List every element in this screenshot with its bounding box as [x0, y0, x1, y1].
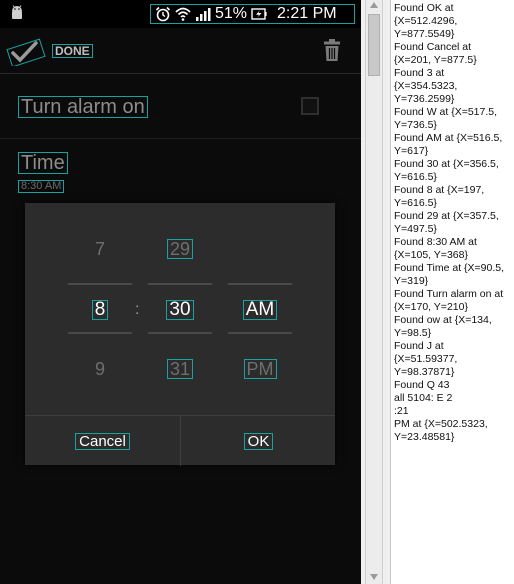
alarm-clock-icon	[155, 6, 171, 22]
log-line: Y=98.37871}	[394, 366, 455, 378]
ok-label: OK	[243, 432, 274, 450]
minute-next[interactable]: 31	[166, 359, 194, 379]
ampm-current[interactable]: AM	[242, 300, 278, 320]
log-line: Found J at	[394, 340, 444, 352]
minute-current[interactable]: 30	[166, 300, 194, 320]
time-picker: 7 8 9 : 29 30 31 AM PM	[25, 203, 335, 415]
log-line: Found 30 at {X=356.5,	[394, 158, 499, 170]
action-bar: DONE	[0, 28, 361, 74]
log-line: {X=201, Y=877.5}	[394, 54, 477, 66]
status-bar-right: 51% 2:21 PM	[150, 4, 355, 24]
ampm-next[interactable]: PM	[243, 359, 277, 379]
status-bar: 51% 2:21 PM	[0, 0, 361, 28]
time-separator: :	[135, 301, 140, 318]
checkmark-icon	[6, 38, 46, 66]
dialog-buttons: Cancel OK	[25, 415, 336, 466]
log-line: Y=877.5549}	[394, 28, 455, 40]
log-line: Found Turn alarm on at	[394, 288, 504, 300]
log-line: Found 8 at {X=197,	[394, 184, 485, 196]
log-line: {X=51.59377,	[394, 353, 458, 365]
ampm-divider-top	[228, 283, 292, 285]
cancel-label: Cancel	[75, 432, 130, 450]
wifi-icon	[175, 7, 191, 21]
log-line: {X=170, Y=210}	[394, 301, 468, 313]
vertical-scrollbar[interactable]	[365, 0, 383, 584]
hour-divider-bottom	[68, 332, 132, 334]
log-line: Y=736.5}	[394, 119, 437, 131]
time-label: Time	[18, 152, 68, 174]
scroll-down-arrow-icon[interactable]	[370, 574, 378, 580]
screen: 51% 2:21 PM DONE Turn alarm on Time 8:30…	[0, 0, 514, 584]
log-line: Found 8:30 AM at	[394, 236, 477, 248]
log-panel: Found OK at {X=512.4296, Y=877.5549} Found …	[390, 0, 514, 584]
minute-prev[interactable]: 29	[166, 239, 194, 259]
log-line: Found 3 at	[394, 67, 445, 79]
log-line: Found W at {X=517.5,	[394, 106, 498, 118]
log-line: all 5104: E 2	[394, 392, 453, 404]
battery-percent: 51%	[215, 5, 248, 22]
log-line: Y=319}	[394, 275, 429, 287]
log-lines: Found OK at {X=512.4296, Y=877.5549} Found …	[394, 2, 512, 444]
log-line: PM at {X=502.5323,	[394, 418, 488, 430]
log-line: {X=105, Y=368}	[394, 249, 468, 261]
android-icon	[12, 5, 22, 19]
log-line: :21	[394, 405, 409, 417]
hour-divider-top	[68, 283, 132, 285]
time-picker-dialog: 7 8 9 : 29 30 31 AM PM Cancel OK	[25, 203, 336, 466]
minute-divider-top	[148, 283, 212, 285]
log-line: Found OK at	[394, 2, 454, 14]
log-line: {X=512.4296,	[394, 15, 458, 27]
ok-button[interactable]: OK	[181, 416, 336, 466]
signal-icon	[196, 8, 211, 21]
alarm-label: Turn alarm on	[18, 96, 148, 118]
alarm-toggle-row[interactable]: Turn alarm on	[0, 75, 361, 139]
log-line: Found Time at {X=90.5,	[394, 262, 505, 274]
minute-divider-bottom	[148, 332, 212, 334]
trash-icon[interactable]	[322, 38, 342, 62]
cancel-button[interactable]: Cancel	[25, 416, 180, 466]
hour-next[interactable]: 9	[68, 359, 132, 380]
log-line: Y=98.5}	[394, 327, 432, 339]
done-button[interactable]: DONE	[6, 38, 94, 66]
status-time: 2:21 PM	[277, 5, 337, 22]
log-line: Y=736.2599}	[394, 93, 455, 105]
phone-screen: 51% 2:21 PM DONE Turn alarm on Time 8:30…	[0, 0, 361, 584]
time-value: 8:30 AM	[18, 180, 65, 193]
time-row[interactable]: Time 8:30 AM	[0, 139, 361, 203]
scroll-up-arrow-icon[interactable]	[370, 2, 378, 8]
log-line: Found ow at {X=134,	[394, 314, 492, 326]
hour-current[interactable]: 8	[91, 300, 109, 320]
log-line: Found AM at {X=516.5,	[394, 132, 503, 144]
log-line: Y=616.5}	[394, 171, 437, 183]
log-line: Y=23.48581}	[394, 431, 455, 443]
minute-picker[interactable]: 29 30 31	[148, 203, 212, 415]
log-line: Found Cancel at	[394, 41, 472, 53]
log-line: Y=617}	[394, 145, 429, 157]
log-line: Found Q 43	[394, 379, 450, 391]
battery-charging-icon	[251, 8, 267, 20]
hour-prev[interactable]: 7	[68, 239, 132, 260]
alarm-checkbox[interactable]	[301, 97, 319, 115]
log-line: Found 29 at {X=357.5,	[394, 210, 499, 222]
scroll-thumb[interactable]	[368, 14, 380, 76]
done-label: DONE	[52, 44, 93, 58]
log-line: {X=354.5323,	[394, 80, 458, 92]
log-line: Y=497.5}	[394, 223, 437, 235]
hour-picker[interactable]: 7 8 9	[68, 203, 132, 415]
ampm-divider-bottom	[228, 332, 292, 334]
log-line: Y=616.5}	[394, 197, 437, 209]
ampm-picker[interactable]: AM PM	[228, 203, 292, 415]
